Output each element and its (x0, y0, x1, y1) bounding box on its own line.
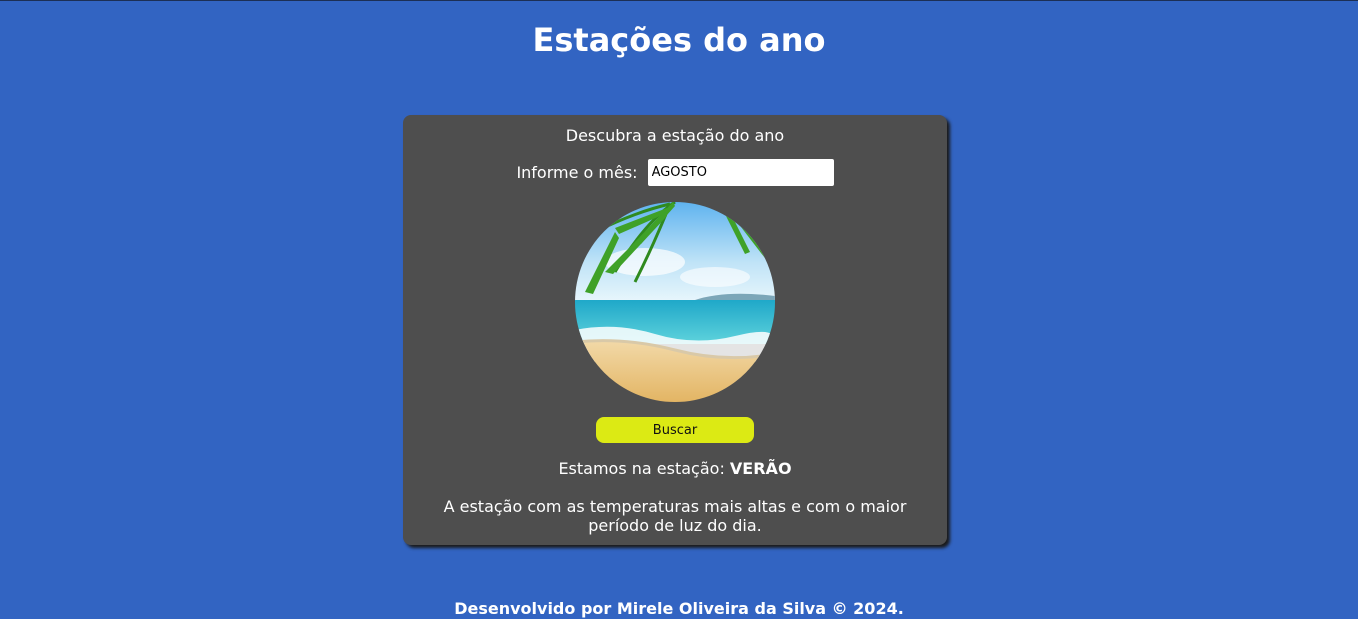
footer-credit: Desenvolvido por Mirele Oliveira da Silv… (454, 599, 904, 618)
result-prefix: Estamos na estação: (558, 459, 725, 478)
month-row: Informe o mês: (403, 159, 947, 186)
result-season: VERÃO (729, 459, 792, 478)
month-label: Informe o mês: (516, 163, 638, 182)
summer-beach-image (575, 202, 775, 402)
season-card: Descubra a estação do ano Informe o mês: (403, 115, 947, 545)
page-title: Estações do ano (532, 21, 826, 59)
result-line: Estamos na estação: VERÃO (403, 459, 947, 479)
season-description: A estação com as temperaturas mais altas… (443, 497, 907, 535)
search-button[interactable]: Buscar (596, 417, 754, 443)
month-input[interactable] (647, 159, 834, 186)
card-heading: Descubra a estação do ano (565, 126, 785, 145)
